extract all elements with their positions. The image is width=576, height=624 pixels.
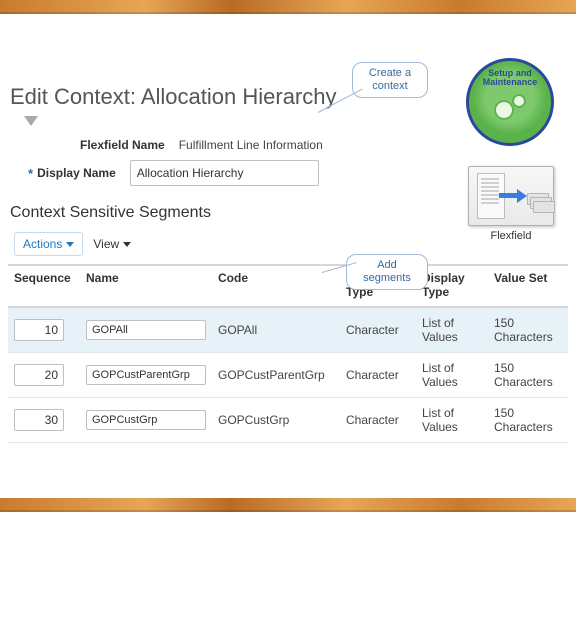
col-sequence: Sequence	[8, 265, 80, 307]
view-label: View	[93, 237, 119, 251]
required-asterisk-icon: *	[28, 166, 33, 181]
code-cell: GOPCustGrp	[212, 397, 340, 442]
footer-stripe	[0, 498, 576, 512]
sequence-input[interactable]	[14, 409, 64, 431]
table-row[interactable]: GOPAll Character List of Values 150 Char…	[8, 307, 568, 353]
code-cell: GOPCustParentGrp	[212, 352, 340, 397]
chevron-down-icon	[66, 242, 74, 247]
setup-badge-line2: Maintenance	[483, 78, 538, 87]
display-name-input[interactable]	[130, 160, 319, 186]
col-name: Name	[80, 265, 212, 307]
value-set-cell: 150 Characters	[488, 307, 568, 353]
header-stripe	[0, 0, 576, 14]
segments-table: Sequence Name Code Value Data Type Displ…	[8, 264, 568, 443]
value-set-cell: 150 Characters	[488, 352, 568, 397]
flexfield-caption: Flexfield	[468, 230, 554, 242]
sequence-input[interactable]	[14, 319, 64, 341]
actions-label: Actions	[23, 237, 62, 251]
value-data-type-cell: Character	[340, 307, 416, 353]
flexfield-icon	[468, 166, 554, 226]
name-input[interactable]	[86, 410, 206, 430]
callout-create-context: Create a context	[352, 62, 428, 98]
setup-maintenance-badge[interactable]: Setup and Maintenance	[466, 58, 554, 146]
collapse-icon[interactable]	[24, 116, 38, 126]
name-input[interactable]	[86, 320, 206, 340]
flexfield-thumbnail[interactable]: Flexfield	[468, 166, 554, 242]
table-header-row: Sequence Name Code Value Data Type Displ…	[8, 265, 568, 307]
chevron-down-icon	[123, 242, 131, 247]
view-menu[interactable]: View	[93, 237, 131, 251]
flexfield-name-label: Flexfield Name	[80, 138, 165, 152]
col-value-set: Value Set	[488, 265, 568, 307]
callout-add-segments: Add segments	[346, 254, 428, 290]
flexfield-name-value: Fulfillment Line Information	[179, 138, 323, 152]
actions-button[interactable]: Actions	[14, 232, 83, 256]
display-name-label: Display Name	[37, 166, 116, 180]
value-set-cell: 150 Characters	[488, 397, 568, 442]
name-input[interactable]	[86, 365, 206, 385]
sequence-input[interactable]	[14, 364, 64, 386]
display-type-cell: List of Values	[416, 397, 488, 442]
display-type-cell: List of Values	[416, 352, 488, 397]
table-row[interactable]: GOPCustGrp Character List of Values 150 …	[8, 397, 568, 442]
gears-icon	[488, 94, 532, 124]
value-data-type-cell: Character	[340, 352, 416, 397]
display-type-cell: List of Values	[416, 307, 488, 353]
table-row[interactable]: GOPCustParentGrp Character List of Value…	[8, 352, 568, 397]
code-cell: GOPAll	[212, 307, 340, 353]
value-data-type-cell: Character	[340, 397, 416, 442]
